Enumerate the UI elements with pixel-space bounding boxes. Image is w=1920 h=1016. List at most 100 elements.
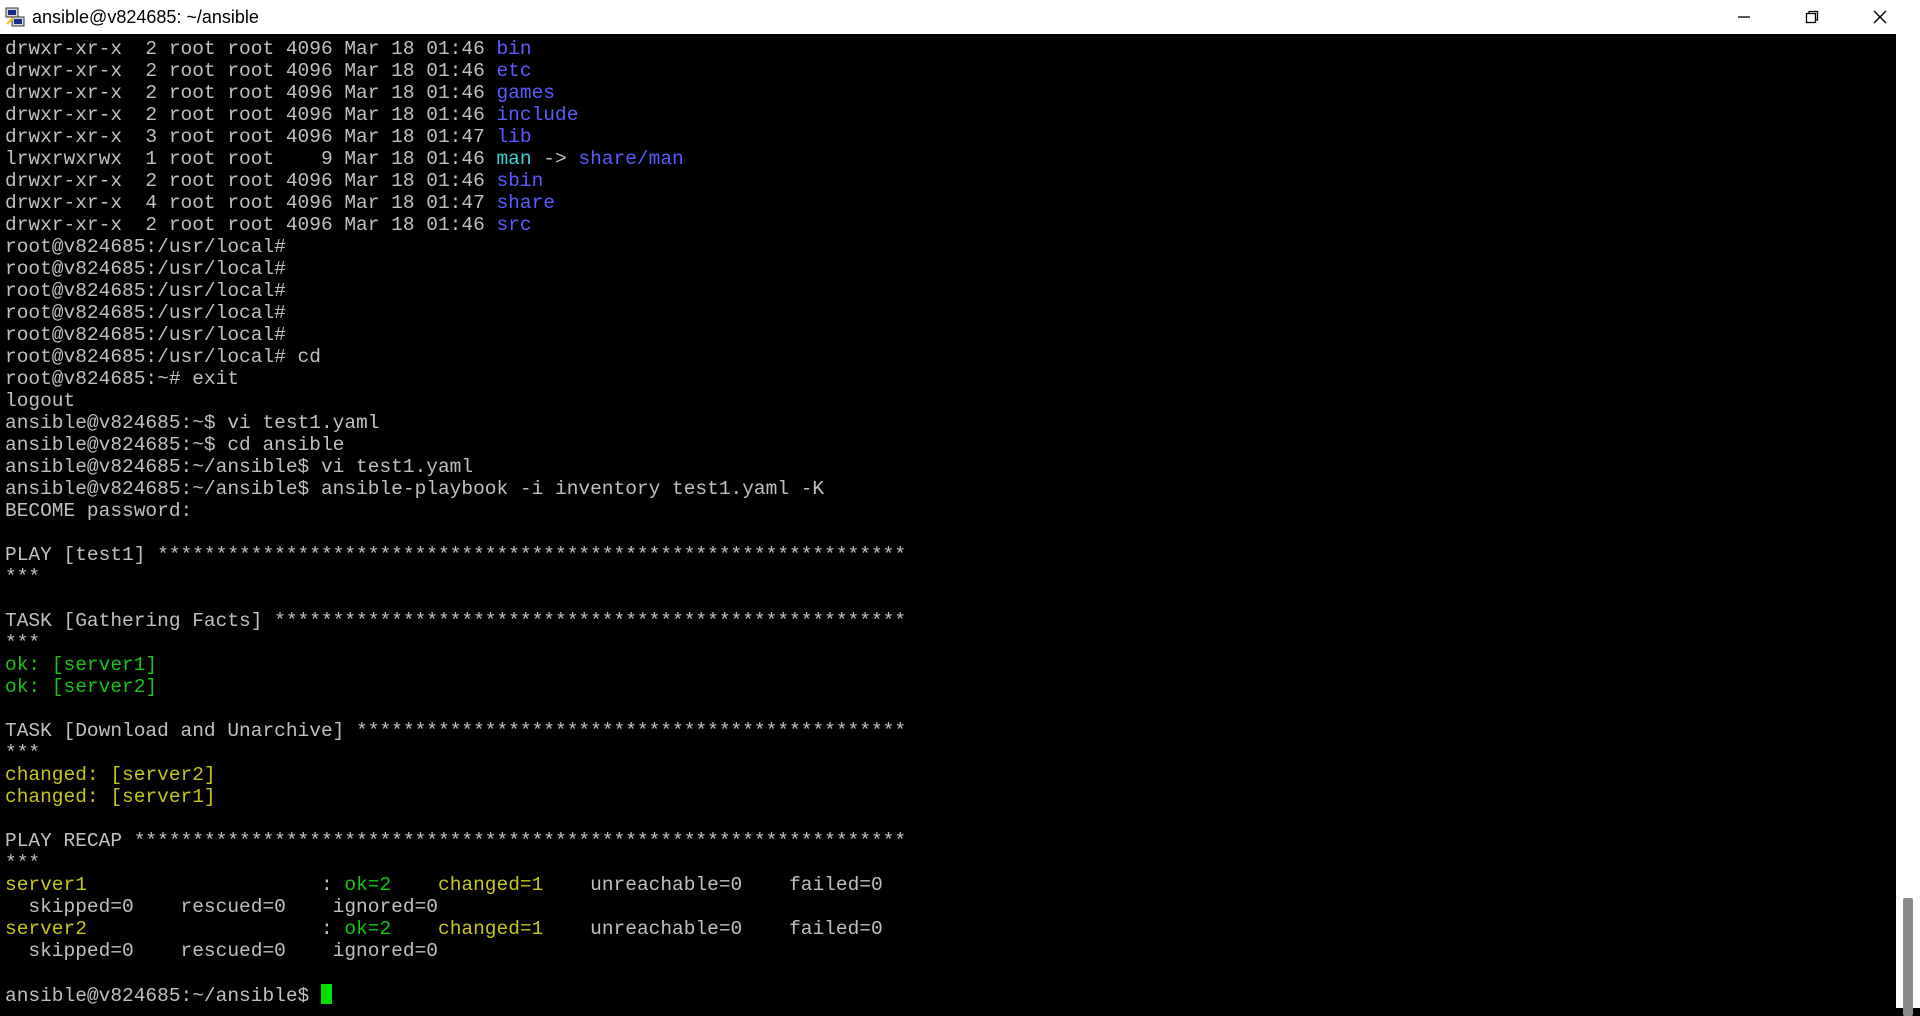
terminal-text: PLAY RECAP *****************************… (5, 830, 907, 852)
terminal-text: *** (5, 852, 41, 874)
terminal-line: root@v824685:/usr/local# (5, 236, 906, 258)
terminal-text: ansible@v824685:~$ cd ansible (5, 434, 345, 456)
terminal-text: share (496, 192, 555, 214)
terminal-line: root@v824685:/usr/local# (5, 280, 906, 302)
terminal-text: drwxr-xr-x 2 root root 4096 Mar 18 01:46 (5, 60, 497, 82)
terminal-line: *** (5, 852, 906, 874)
terminal-text: ansible@v824685:~/ansible$ (5, 985, 321, 1007)
terminal-text: changed: [server2] (5, 764, 216, 786)
putty-icon[interactable] (4, 6, 26, 28)
terminal-text: drwxr-xr-x 4 root root 4096 Mar 18 01:47 (5, 192, 497, 214)
terminal-text: lib (496, 126, 532, 148)
terminal-line: *** (5, 742, 906, 764)
terminal-text: drwxr-xr-x 2 root root 4096 Mar 18 01:46 (5, 82, 497, 104)
terminal-line: root@v824685:/usr/local# (5, 324, 906, 346)
terminal-line: ansible@v824685:~$ cd ansible (5, 434, 906, 456)
maximize-icon (1805, 10, 1819, 24)
terminal-text: drwxr-xr-x 2 root root 4096 Mar 18 01:46 (5, 38, 497, 60)
terminal-text: server1 (5, 874, 87, 896)
terminal-line: TASK [Download and Unarchive] **********… (5, 720, 906, 742)
terminal-line: PLAY [test1] ***************************… (5, 544, 906, 566)
terminal-text: changed=1 (438, 918, 544, 940)
terminal-line: drwxr-xr-x 2 root root 4096 Mar 18 01:46… (5, 38, 906, 60)
terminal-line: root@v824685:/usr/local# (5, 302, 906, 324)
terminal-text: ok=2 (344, 874, 392, 896)
terminal-line: skipped=0 rescued=0 ignored=0 (5, 940, 906, 962)
terminal-line: drwxr-xr-x 2 root root 4096 Mar 18 01:46… (5, 170, 906, 192)
maximize-button[interactable] (1778, 0, 1846, 34)
terminal-text: : (86, 918, 345, 940)
terminal-text: root@v824685:/usr/local# (5, 280, 286, 302)
terminal-text: drwxr-xr-x 2 root root 4096 Mar 18 01:46 (5, 170, 497, 192)
terminal-text: root@v824685:/usr/local# cd (5, 346, 321, 368)
terminal-line: lrwxrwxrwx 1 root root 9 Mar 18 01:46 ma… (5, 148, 906, 170)
terminal-line: root@v824685:/usr/local# cd (5, 346, 906, 368)
terminal-text: : (86, 874, 345, 896)
terminal-text: etc (496, 60, 532, 82)
terminal-text: unreachable=0 failed=0 (543, 918, 883, 940)
terminal-text: *** (5, 566, 41, 588)
close-icon (1873, 10, 1887, 24)
terminal-text: PLAY [test1] ***************************… (5, 544, 907, 566)
terminal-text: ok: [server1] (5, 654, 158, 676)
terminal-text: root@v824685:/usr/local# (5, 258, 286, 280)
terminal-line: changed: [server2] (5, 764, 906, 786)
scrollbar-thumb[interactable] (1903, 898, 1913, 1016)
terminal-line: ok: [server1] (5, 654, 906, 676)
terminal-text: root@v824685:/usr/local# (5, 236, 286, 258)
terminal-text: unreachable=0 failed=0 (543, 874, 883, 896)
terminal-line: ansible@v824685:~/ansible$ (5, 984, 906, 1007)
terminal-line: drwxr-xr-x 2 root root 4096 Mar 18 01:46… (5, 82, 906, 104)
terminal-line: server2 : ok=2 changed=1 unreachable=0 f… (5, 918, 906, 940)
terminal-text: drwxr-xr-x 3 root root 4096 Mar 18 01:47 (5, 126, 497, 148)
terminal-lines: drwxr-xr-x 2 root root 4096 Mar 18 01:46… (5, 38, 907, 1007)
terminal-text: root@v824685:/usr/local# (5, 324, 286, 346)
terminal-text: ansible@v824685:~/ansible$ vi test1.yaml (5, 456, 474, 478)
terminal-text: src (496, 214, 532, 236)
terminal-text: bin (496, 38, 532, 60)
title-bar[interactable]: ansible@v824685: ~/ansible (0, 0, 1920, 34)
terminal-text: logout (5, 390, 76, 412)
terminal-text: -> (531, 148, 579, 170)
terminal-text: share/man (578, 148, 684, 170)
terminal-text: drwxr-xr-x 2 root root 4096 Mar 18 01:46 (5, 104, 497, 126)
terminal-output[interactable]: drwxr-xr-x 2 root root 4096 Mar 18 01:46… (0, 34, 1896, 1008)
terminal-text: ansible@v824685:~$ vi test1.yaml (5, 412, 380, 434)
terminal-text: root@v824685:/usr/local# (5, 302, 286, 324)
terminal-line: *** (5, 566, 906, 588)
terminal-line: changed: [server1] (5, 786, 906, 808)
close-button[interactable] (1846, 0, 1914, 34)
terminal-text: games (496, 82, 555, 104)
terminal-text: changed: [server1] (5, 786, 216, 808)
terminal-line: root@v824685:/usr/local# (5, 258, 906, 280)
terminal-line: drwxr-xr-x 4 root root 4096 Mar 18 01:47… (5, 192, 906, 214)
terminal-line: server1 : ok=2 changed=1 unreachable=0 f… (5, 874, 906, 896)
terminal-text: lrwxrwxrwx 1 root root 9 Mar 18 01:46 (5, 148, 497, 170)
minimize-button[interactable] (1710, 0, 1778, 34)
terminal-window: ansible@v824685: ~/ansible drwxr-xr-x 2 … (0, 0, 1920, 1016)
terminal-line: *** (5, 632, 906, 654)
terminal-line: skipped=0 rescued=0 ignored=0 (5, 896, 906, 918)
vertical-scrollbar[interactable] (1896, 34, 1920, 1016)
terminal-text: server2 (5, 918, 87, 940)
terminal-text: TASK [Gathering Facts] *****************… (5, 610, 907, 632)
terminal-text: sbin (496, 170, 544, 192)
terminal-line: TASK [Gathering Facts] *****************… (5, 610, 906, 632)
window-title: ansible@v824685: ~/ansible (32, 7, 259, 27)
terminal-line: drwxr-xr-x 2 root root 4096 Mar 18 01:46… (5, 60, 906, 82)
terminal-line: ansible@v824685:~/ansible$ vi test1.yaml (5, 456, 906, 478)
terminal-text: TASK [Download and Unarchive] **********… (5, 720, 907, 742)
terminal-line: ansible@v824685:~/ansible$ ansible-playb… (5, 478, 906, 500)
terminal-text: skipped=0 rescued=0 ignored=0 (5, 940, 438, 962)
terminal-text: skipped=0 rescued=0 ignored=0 (5, 896, 438, 918)
terminal-text: ok: [server2] (5, 676, 158, 698)
terminal-line: drwxr-xr-x 2 root root 4096 Mar 18 01:46… (5, 104, 906, 126)
terminal-text: ok=2 (344, 918, 392, 940)
terminal-text: drwxr-xr-x 2 root root 4096 Mar 18 01:46 (5, 214, 497, 236)
